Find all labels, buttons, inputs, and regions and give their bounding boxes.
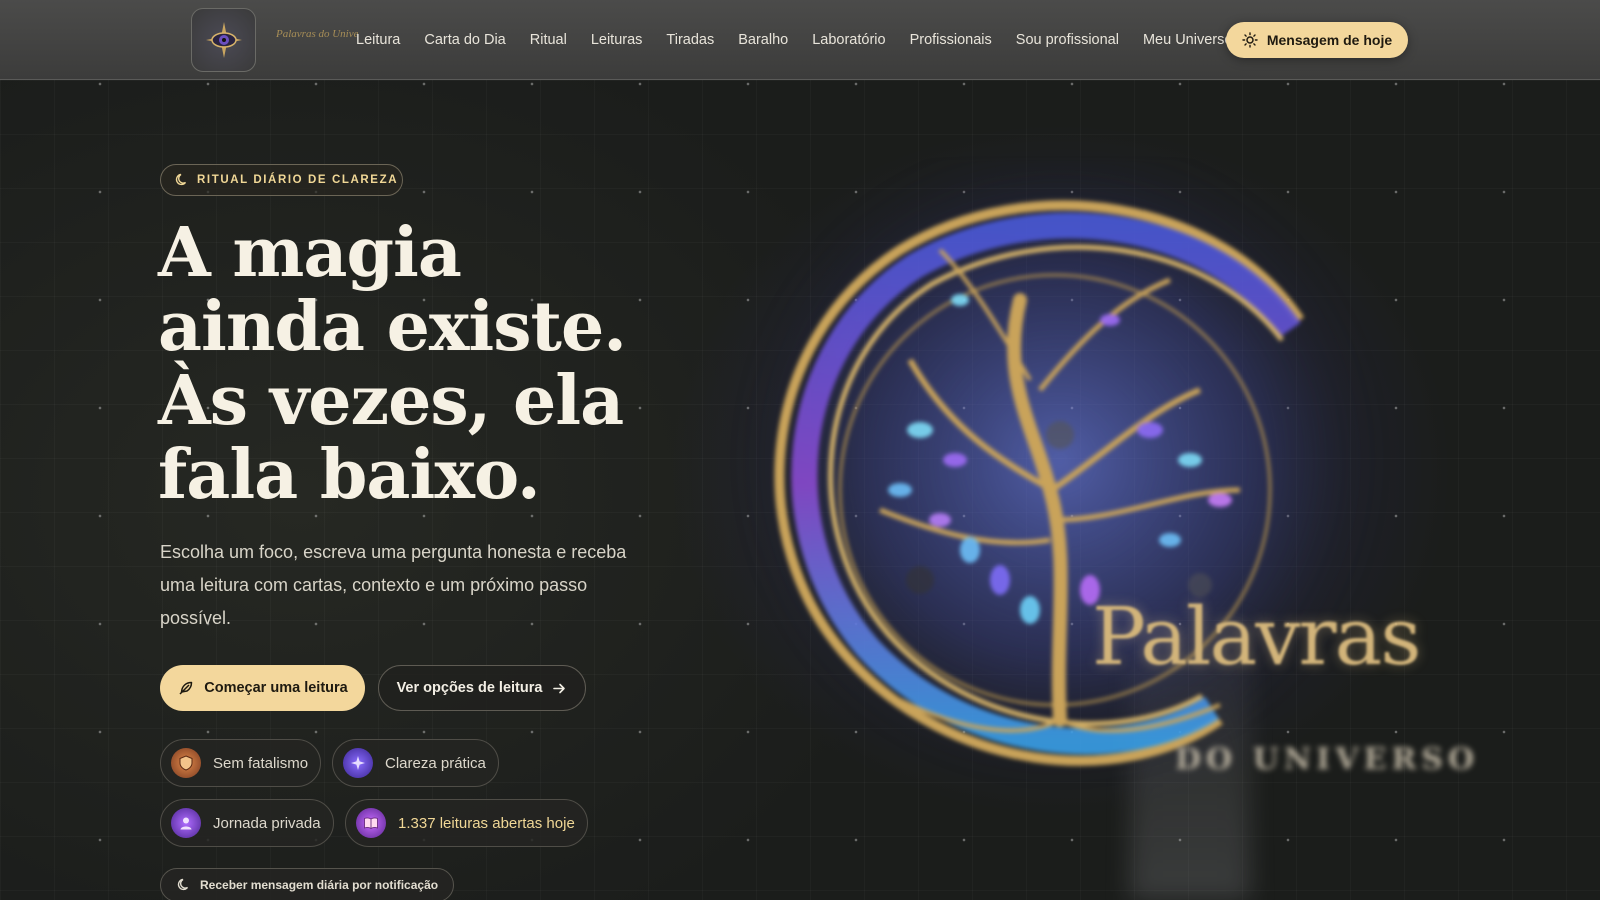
brand-title: Palavras xyxy=(1092,590,1421,683)
nav-link-carta-do-dia[interactable]: Carta do Dia xyxy=(424,32,505,48)
reading-options-label: Ver opções de leitura xyxy=(396,680,543,696)
book-icon xyxy=(356,808,386,838)
logo-button[interactable] xyxy=(191,8,256,72)
nav-link-leitura[interactable]: Leitura xyxy=(356,32,400,48)
moon-icon xyxy=(177,878,189,891)
headline-line-2: ainda existe. xyxy=(158,287,627,367)
feather-icon xyxy=(179,681,193,695)
daily-notification-button[interactable]: Receber mensagem diária por notificação xyxy=(160,868,454,900)
headline-line-3: Às vezes, ela xyxy=(158,361,624,441)
hero-headline: A magia ainda existe. Às vezes, ela fala… xyxy=(158,216,718,512)
nav-link-sou-profissional[interactable]: Sou profissional xyxy=(1016,32,1119,48)
crescent-moon-tree-illustration xyxy=(730,160,1390,790)
hero-subtitle: Escolha um foco, escreva uma pergunta ho… xyxy=(160,542,627,628)
sun-icon xyxy=(1242,32,1258,48)
nav-links: Leitura Carta do Dia Ritual Leituras Tir… xyxy=(356,0,1256,80)
eyebrow-badge: RITUAL DIÁRIO DE CLAREZA xyxy=(160,164,403,196)
start-reading-button[interactable]: Começar uma leitura xyxy=(160,665,365,711)
eyebrow-text: RITUAL DIÁRIO DE CLAREZA xyxy=(197,174,399,186)
start-reading-label: Começar uma leitura xyxy=(204,680,348,696)
nav-link-ritual[interactable]: Ritual xyxy=(530,32,567,48)
chip-jornada-privada: Jornada privada xyxy=(160,799,334,847)
chip-label: Clareza prática xyxy=(385,754,486,772)
headline-line-4: fala baixo. xyxy=(158,435,541,515)
daily-message-label: Mensagem de hoje xyxy=(1266,32,1393,48)
moon-icon xyxy=(175,173,187,186)
shield-icon xyxy=(171,748,201,778)
nav-link-baralho[interactable]: Baralho xyxy=(738,32,788,48)
reading-options-button[interactable]: Ver opções de leitura xyxy=(378,665,586,711)
logo-wordmark[interactable]: Palavras do Universo xyxy=(276,28,358,52)
nav-link-leituras[interactable]: Leituras xyxy=(591,32,643,48)
chip-label: 1.337 leituras abertas hoje xyxy=(398,814,575,832)
daily-notification-label: Receber mensagem diária por notificação xyxy=(200,878,439,892)
chip-leituras-hoje: 1.337 leituras abertas hoje xyxy=(345,799,588,847)
nav-link-profissionais[interactable]: Profissionais xyxy=(910,32,992,48)
chip-clareza-pratica: Clareza prática xyxy=(332,739,499,787)
sparkle-icon xyxy=(343,748,373,778)
chip-label: Sem fatalismo xyxy=(213,754,309,772)
nav-link-laboratorio[interactable]: Laboratório xyxy=(812,32,885,48)
arrow-right-icon xyxy=(553,683,566,693)
chip-label: Jornada privada xyxy=(213,814,321,832)
chip-sem-fatalismo: Sem fatalismo xyxy=(160,739,322,787)
top-navigation: Palavras do Universo Leitura Carta do Di… xyxy=(0,0,1600,80)
daily-message-button[interactable]: Mensagem de hoje xyxy=(1226,22,1408,58)
nav-link-tiradas[interactable]: Tiradas xyxy=(666,32,714,48)
brand-subtitle: DO UNIVERSO xyxy=(1175,742,1480,777)
eye-star-logo-icon xyxy=(205,22,242,58)
nav-link-meu-universo[interactable]: Meu Universo xyxy=(1143,32,1232,48)
person-icon xyxy=(171,808,201,838)
headline-line-1: A magia xyxy=(158,213,462,293)
